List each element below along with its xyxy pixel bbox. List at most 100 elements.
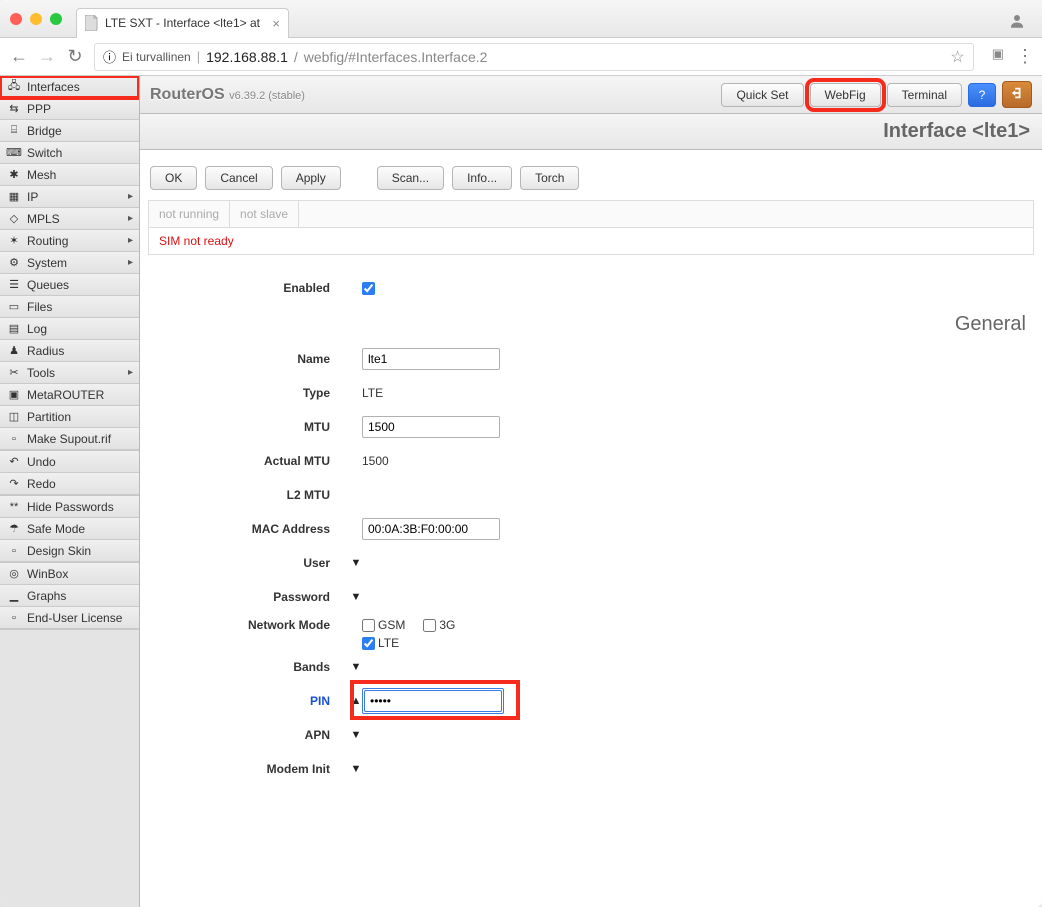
page-title: Interface <lte1> [140,114,1042,150]
extension-icon[interactable]: ▣ [992,46,1004,67]
tab-title: LTE SXT - Interface <lte1> at [105,16,260,30]
sidebar-item-label: Redo [27,477,56,491]
sidebar-item-design-skin[interactable]: ▫ Design Skin [0,540,139,562]
nav-reload-button[interactable]: ↻ [66,46,84,67]
window-titlebar: LTE SXT - Interface <lte1> at × [0,0,1042,38]
sidebar-item-label: PPP [27,102,51,116]
terminal-button[interactable]: Terminal [887,83,962,107]
apply-button[interactable]: Apply [281,166,341,190]
sidebar-item-tools[interactable]: ✂Tools▸ [0,362,139,384]
sidebar-item-system[interactable]: ⚙System▸ [0,252,139,274]
menu-icon[interactable]: ⋮ [1016,46,1032,67]
sidebar-item-routing[interactable]: ✶Routing▸ [0,230,139,252]
mtu-input[interactable] [362,416,500,438]
sidebar-item-bridge[interactable]: ⌸Bridge [0,120,139,142]
safe-mode-icon: ☂ [6,522,22,536]
info-icon: ⓘ [103,47,116,66]
bookmark-icon[interactable]: ☆ [950,47,964,67]
actual-mtu-value: 1500 [362,454,389,468]
modem-init-expand-icon[interactable]: ▼ [351,763,362,775]
tab-close-icon[interactable]: × [272,16,280,31]
sidebar-item-label: IP [27,190,38,204]
nav-back-button[interactable]: ← [10,46,28,67]
apn-expand-icon[interactable]: ▼ [351,729,362,741]
ip-icon: ▦ [6,190,22,204]
nav-forward-button[interactable]: → [38,46,56,67]
sidebar-item-interfaces[interactable]: 🖧Interfaces [0,76,139,98]
sidebar-item-redo[interactable]: ↷ Redo [0,473,139,495]
apn-label: APN [150,728,344,742]
window-close-button[interactable] [10,13,22,25]
sidebar-item-label: End-User License [27,611,122,625]
sidebar-item-winbox[interactable]: ◎WinBox [0,563,139,585]
switch-icon: ⌨ [6,146,22,160]
pin-collapse-icon[interactable]: ▲ [351,695,362,707]
sidebar-item-mpls[interactable]: ◇MPLS▸ [0,208,139,230]
name-input[interactable] [362,348,500,370]
make-supout-rif-icon: ▫ [6,432,22,446]
cancel-button[interactable]: Cancel [205,166,272,190]
sidebar-item-undo[interactable]: ↶Undo [0,451,139,473]
gsm-checkbox[interactable] [362,619,375,632]
netmode-label: Network Mode [150,618,344,632]
address-field[interactable]: ⓘ Ei turvallinen | 192.168.88.1/webfig/#… [94,43,974,71]
sidebar-item-ppp[interactable]: ⇆ PPP [0,98,139,120]
pin-label: PIN [150,694,344,708]
webfig-button[interactable]: WebFig [810,83,881,107]
sidebar-item-safe-mode[interactable]: ☂Safe Mode [0,518,139,540]
scan-button[interactable]: Scan... [377,166,444,190]
sidebar-item-ip[interactable]: ▦IP▸ [0,186,139,208]
url-host: 192.168.88.1 [206,49,288,65]
sidebar-item-mesh[interactable]: ✱Mesh [0,164,139,186]
sim-status-message: SIM not ready [148,228,1034,255]
undo-icon: ↶ [6,455,22,469]
window-minimize-button[interactable] [30,13,42,25]
sidebar-item-partition[interactable]: ◫Partition [0,406,139,428]
browser-tab[interactable]: LTE SXT - Interface <lte1> at × [76,8,289,38]
3g-checkbox[interactable] [423,619,436,632]
lte-checkbox[interactable] [362,637,375,650]
quick-set-button[interactable]: Quick Set [721,83,803,107]
metarouter-icon: ▣ [6,388,22,402]
sidebar-item-label: Files [27,300,52,314]
torch-button[interactable]: Torch [520,166,579,190]
sidebar-item-files[interactable]: ▭Files [0,296,139,318]
design-skin-icon: ▫ [6,544,22,558]
sidebar-item-label: Make Supout.rif [27,432,111,446]
section-general: General [150,305,1032,342]
modem-init-label: Modem Init [150,762,344,776]
user-expand-icon[interactable]: ▼ [351,557,362,569]
ok-button[interactable]: OK [150,166,197,190]
sidebar-item-label: Routing [27,234,68,248]
sidebar-item-label: Switch [27,146,62,160]
ppp-icon: ⇆ [6,102,22,116]
sidebar-item-switch[interactable]: ⌨ Switch [0,142,139,164]
info-button[interactable]: Info... [452,166,512,190]
sidebar-item-graphs[interactable]: ▁Graphs [0,585,139,607]
sidebar-item-metarouter[interactable]: ▣MetaROUTER [0,384,139,406]
sidebar-item-label: Log [27,322,47,336]
sidebar-item-hide-passwords[interactable]: **Hide Passwords [0,496,139,518]
pin-input[interactable] [364,690,502,712]
partition-icon: ◫ [6,410,22,424]
sidebar-item-make-supout-rif[interactable]: ▫ Make Supout.rif [0,428,139,450]
page-icon [85,15,99,31]
sidebar-item-end-user-license[interactable]: ▫End-User License [0,607,139,629]
queues-icon: ☰ [6,278,22,292]
sidebar-item-log[interactable]: ▤Log [0,318,139,340]
window-maximize-button[interactable] [50,13,62,25]
password-expand-icon[interactable]: ▼ [351,591,362,603]
name-label: Name [150,352,344,366]
redo-icon: ↷ [6,477,22,491]
mac-input[interactable] [362,518,500,540]
logout-button[interactable] [1002,81,1032,108]
profile-icon[interactable] [1008,12,1026,30]
status-tabs: not running not slave [148,200,1034,228]
mesh-icon: ✱ [6,168,22,182]
sidebar-item-queues[interactable]: ☰Queues [0,274,139,296]
sidebar-item-label: Design Skin [27,544,91,558]
sidebar-item-radius[interactable]: ♟Radius [0,340,139,362]
bands-expand-icon[interactable]: ▼ [351,661,362,673]
enabled-checkbox[interactable] [362,282,375,295]
help-button[interactable]: ? [968,83,996,107]
